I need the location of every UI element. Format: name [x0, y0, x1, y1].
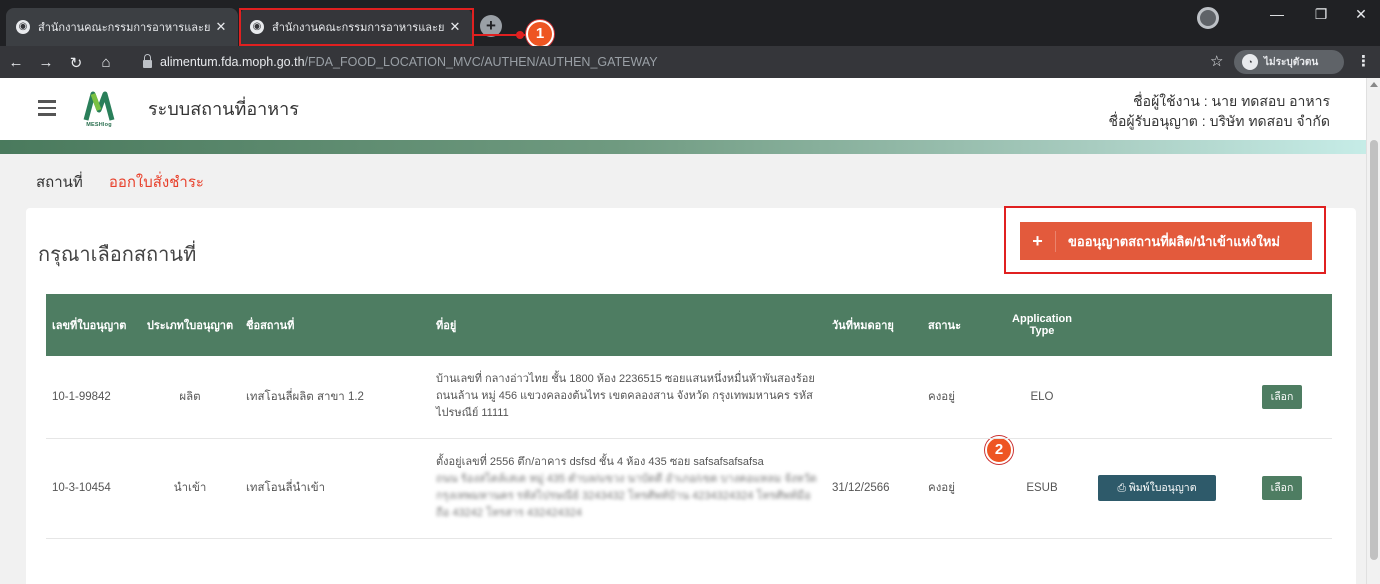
tab-search-icon[interactable]	[1197, 7, 1219, 29]
user-info: ชื่อผู้ใช้งาน : นาย ทดสอบ อาหาร ชื่อผู้ร…	[1109, 91, 1330, 131]
user-name: ชื่อผู้ใช้งาน : นาย ทดสอบ อาหาร	[1133, 93, 1330, 109]
cell-print	[1082, 356, 1232, 439]
col-license-type: ประเภทใบอนุญาต	[146, 320, 234, 332]
cell-place-name: เทสโอนลี่นำเข้า	[240, 438, 406, 539]
profile-label: ไม่ระบุตัวตน	[1264, 56, 1319, 68]
incognito-icon: ◔	[1242, 54, 1258, 70]
web-page: MESHlog ระบบสถานที่อาหาร ชื่อผู้ใช้งาน :…	[0, 78, 1366, 584]
card-title: กรุณาเลือกสถานที่	[38, 244, 197, 266]
cell-address: บ้านเลขที่ กลางอ่าวไทย ชั้น 1800 ห้อง 22…	[406, 356, 826, 439]
subnav-invoice[interactable]: ออกใบสั่งชำระ	[109, 170, 204, 194]
globe-icon: ◉	[16, 20, 30, 34]
print-license-button[interactable]: ⎙ พิมพ์ใบอนุญาต	[1098, 475, 1216, 501]
cell-application-type: ELO	[1002, 356, 1082, 439]
sub-navigation: สถานที่ ออกใบสั่งชำระ	[36, 170, 204, 194]
col-print	[1082, 294, 1232, 356]
col-application-type: Application Type	[1012, 313, 1072, 337]
lock-icon	[143, 53, 152, 68]
cell-address: ตั้งอยู่เลขที่ 2556 ตึก/อาคาร dsfsd ชั้น…	[406, 438, 826, 539]
app-logo: MESHlog	[78, 88, 120, 130]
logo-mark-icon	[83, 91, 115, 121]
table-header-row: เลขที่ใบอนุญาต ประเภทใบอนุญาต ชื่อสถานที…	[46, 294, 1332, 356]
col-select	[1232, 294, 1332, 356]
address-text: บ้านเลขที่ กลางอ่าวไทย ชั้น 1800 ห้อง 22…	[436, 373, 815, 420]
select-button[interactable]: เลือก	[1262, 384, 1302, 409]
browser-tab-title: สำนักงานคณะกรรมการอาหารและยา	[38, 22, 210, 34]
cell-select: เลือก	[1232, 438, 1332, 539]
cell-status: คงอยู่	[922, 438, 1002, 539]
select-button[interactable]: เลือก	[1262, 476, 1302, 500]
table-row: 10-3-10454 นำเข้า เทสโอนลี่นำเข้า ตั้งอย…	[46, 438, 1332, 539]
step-marker-1: 1	[526, 20, 554, 48]
col-expiry: วันที่หมดอายุ	[832, 320, 894, 332]
browser-menu-icon[interactable]: ⋮	[1356, 52, 1371, 70]
print-license-label: พิมพ์ใบอนุญาต	[1128, 482, 1197, 494]
new-location-request-label: ขออนุญาตสถานที่ผลิต/นำเข้าแห่งใหม่	[1068, 233, 1281, 249]
cell-expiry: 31/12/2566	[826, 438, 922, 539]
scroll-thumb[interactable]	[1370, 140, 1378, 560]
col-address: ที่อยู่	[436, 320, 457, 332]
close-tab-icon[interactable]: ✕	[214, 19, 228, 35]
address-bar[interactable]: alimentum.fda.moph.go.th /FDA_FOOD_LOCAT…	[143, 51, 1203, 73]
browser-tab-strip: ◉ สำนักงานคณะกรรมการอาหารและยา ✕ ◉ สำนัก…	[0, 0, 1380, 48]
browser-toolbar: ← → ↻ ⌂ alimentum.fda.moph.go.th /FDA_FO…	[0, 46, 1380, 78]
back-icon[interactable]: ←	[6, 54, 26, 71]
address-text: ตั้งอยู่เลขที่ 2556 ตึก/อาคาร dsfsd ชั้น…	[436, 456, 764, 468]
address-text-obscured: ถนน ร้องสไตล์เสเต หมู่ 435 ตำบล/แขวง นาบ…	[436, 473, 817, 519]
tab-highlight-box	[239, 8, 474, 46]
cell-application-type: ESUB	[1002, 438, 1082, 539]
reload-icon[interactable]: ↻	[66, 54, 86, 72]
incognito-profile-button[interactable]: ◔ ไม่ระบุตัวตน	[1234, 50, 1344, 74]
forward-icon[interactable]: →	[36, 54, 56, 71]
subnav-location[interactable]: สถานที่	[36, 170, 83, 194]
cell-license-no: 10-1-99842	[46, 356, 140, 439]
cell-status: คงอยู่	[922, 356, 1002, 439]
cell-print: ⎙ พิมพ์ใบอนุญาต	[1082, 438, 1232, 539]
location-table: เลขที่ใบอนุญาต ประเภทใบอนุญาต ชื่อสถานที…	[46, 294, 1332, 539]
printer-icon: ⎙	[1117, 482, 1129, 494]
cell-license-type: นำเข้า	[140, 438, 240, 539]
col-place-name: ชื่อสถานที่	[246, 320, 295, 332]
licensee-name: ชื่อผู้รับอนุญาต : บริษัท ทดสอบ จำกัด	[1108, 113, 1330, 129]
hamburger-menu-icon[interactable]	[38, 100, 56, 120]
close-window-icon[interactable]: ✕	[1346, 6, 1376, 23]
url-host: alimentum.fda.moph.go.th	[160, 55, 305, 69]
page-scrollbar[interactable]	[1366, 78, 1380, 584]
cell-place-name: เทสโอนลี่ผลิต สาขา 1.2	[240, 356, 406, 439]
logo-text: MESHlog	[86, 122, 112, 128]
browser-tab-1[interactable]: ◉ สำนักงานคณะกรรมการอาหารและยา ✕	[6, 8, 238, 46]
cell-select: เลือก	[1232, 356, 1332, 439]
minimize-icon[interactable]: —	[1262, 6, 1292, 22]
bookmark-star-icon[interactable]: ☆	[1210, 52, 1223, 70]
cell-license-type: ผลิต	[140, 356, 240, 439]
cell-license-no: 10-3-10454	[46, 438, 140, 539]
restore-icon[interactable]: ❐	[1306, 6, 1336, 23]
col-status: สถานะ	[928, 320, 961, 332]
app-header: MESHlog ระบบสถานที่อาหาร ชื่อผู้ใช้งาน :…	[0, 78, 1366, 140]
url-path: /FDA_FOOD_LOCATION_MVC/AUTHEN/AUTHEN_GAT…	[304, 55, 658, 69]
location-card: กรุณาเลือกสถานที่ 2 + ขออนุญาตสถานที่ผลิ…	[26, 206, 1356, 584]
header-accent-bar	[0, 140, 1366, 154]
table-row: 10-1-99842 ผลิต เทสโอนลี่ผลิต สาขา 1.2 บ…	[46, 356, 1332, 439]
new-location-request-button[interactable]: + ขออนุญาตสถานที่ผลิต/นำเข้าแห่งใหม่	[1020, 222, 1312, 260]
plus-icon: +	[1020, 230, 1056, 252]
scroll-up-arrow-icon[interactable]	[1370, 82, 1378, 87]
callout-dot	[516, 31, 524, 39]
app-title: ระบบสถานที่อาหาร	[148, 99, 299, 119]
cell-expiry	[826, 356, 922, 439]
col-license-no: เลขที่ใบอนุญาต	[52, 320, 127, 332]
home-icon[interactable]: ⌂	[96, 54, 116, 71]
